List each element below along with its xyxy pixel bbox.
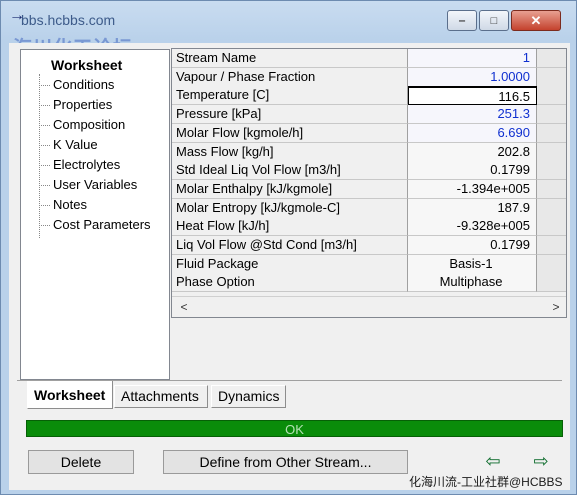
worksheet-tree: Worksheet Conditions Properties Compositio… (20, 49, 170, 380)
maximize-icon: □ (490, 14, 498, 27)
property-value-cell[interactable]: Basis-1 (408, 254, 537, 274)
tree-item-properties[interactable]: Properties (38, 96, 112, 114)
tree-item-composition[interactable]: Composition (38, 116, 125, 134)
property-name-cell: Liq Vol Flow @Std Cond [m3/h] (172, 236, 408, 255)
property-name-cell: Vapour / Phase Fraction (172, 67, 408, 87)
property-value-cell[interactable]: 202.8 (408, 142, 537, 162)
empty-column-cell (537, 217, 566, 237)
empty-column-cell (537, 179, 566, 199)
worksheet-panel: Worksheet Conditions Properties Compositio… (9, 43, 570, 490)
tree-item-conditions[interactable]: Conditions (38, 76, 114, 94)
property-name-cell: Heat Flow [kJ/h] (172, 217, 408, 237)
property-name-cell: Stream Name (172, 49, 408, 68)
table-row: Molar Flow [kgmole/h] 6.690 (172, 123, 566, 143)
table-row: Std Ideal Liq Vol Flow [m3/h] 0.1799 (172, 161, 566, 181)
minimize-icon: ‒ (458, 14, 466, 27)
tab-bar: Worksheet Attachments Dynamics (17, 380, 562, 410)
empty-column-cell (537, 142, 566, 162)
previous-stream-button[interactable]: ⇦ (484, 451, 502, 471)
property-value-cell[interactable]: 1 (408, 49, 537, 68)
scroll-left-icon[interactable]: < (176, 299, 192, 315)
table-row: Pressure [kPa] 251.3 (172, 105, 566, 125)
empty-column-cell (537, 67, 566, 87)
define-from-other-stream-button[interactable]: Define from Other Stream... (163, 450, 408, 474)
property-value-cell[interactable]: 116.5 (408, 86, 537, 106)
tree-item-electrolytes[interactable]: Electrolytes (38, 156, 120, 174)
window-title-watermark: bbs.hcbbs.com (21, 12, 116, 28)
tree-item-cost-parameters[interactable]: Cost Parameters (39, 216, 151, 234)
property-name-cell: Temperature [C] (172, 86, 408, 106)
worksheet-window: → bbs.hcbbs.com 海川化工论坛 ‒ □ ✕ Worksheet C… (0, 0, 577, 495)
horizontal-scrollbar[interactable]: < > (172, 296, 566, 317)
title-bar[interactable]: → bbs.hcbbs.com 海川化工论坛 ‒ □ ✕ (1, 1, 577, 59)
table-row: Temperature [C] 116.5 (172, 86, 566, 106)
next-stream-button[interactable]: ⇨ (532, 451, 550, 471)
tree-item-user-variables[interactable]: User Variables (38, 176, 137, 194)
maximize-button[interactable]: □ (479, 10, 509, 31)
scroll-right-icon[interactable]: > (548, 299, 564, 315)
tab-attachments[interactable]: Attachments (114, 385, 208, 408)
tab-worksheet[interactable]: Worksheet (27, 381, 113, 409)
table-row: Fluid Package Basis-1 (172, 254, 566, 274)
close-icon: ✕ (530, 12, 542, 28)
stream-properties-grid: Stream Name 1 Vapour / Phase Fraction 1.000… (171, 48, 567, 318)
property-name-cell: Molar Flow [kgmole/h] (172, 123, 408, 143)
property-name-cell: Std Ideal Liq Vol Flow [m3/h] (172, 161, 408, 181)
table-row: Molar Entropy [kJ/kgmole-C] 187.9 (172, 198, 566, 218)
property-name-cell: Mass Flow [kg/h] (172, 142, 408, 162)
table-row: Heat Flow [kJ/h] -9.328e+005 (172, 217, 566, 237)
property-name-cell: Molar Enthalpy [kJ/kgmole] (172, 179, 408, 199)
property-value-cell[interactable]: 0.1799 (408, 236, 537, 255)
table-row: Phase Option Multiphase (172, 273, 566, 293)
property-value-cell[interactable]: 251.3 (408, 105, 537, 125)
empty-column-cell (537, 161, 566, 181)
property-name-cell: Fluid Package (172, 254, 408, 274)
property-name-cell: Phase Option (172, 273, 408, 293)
delete-button[interactable]: Delete (28, 450, 134, 474)
tree-connector (39, 74, 40, 238)
close-button[interactable]: ✕ (511, 10, 561, 31)
left-arrow-icon: ⇦ (485, 451, 501, 471)
tree-item-notes[interactable]: Notes (39, 196, 87, 214)
empty-column-cell (537, 105, 566, 125)
property-name-cell: Pressure [kPa] (172, 105, 408, 125)
table-row: Vapour / Phase Fraction 1.0000 (172, 67, 566, 87)
property-value-cell[interactable]: 1.0000 (408, 67, 537, 87)
property-value-cell[interactable]: 187.9 (408, 198, 537, 218)
property-value-cell[interactable]: -1.394e+005 (408, 179, 537, 199)
table-row: Liq Vol Flow @Std Cond [m3/h] 0.1799 (172, 236, 566, 255)
table-row: Mass Flow [kg/h] 202.8 (172, 142, 566, 162)
property-name-cell: Molar Entropy [kJ/kgmole-C] (172, 198, 408, 218)
tab-dynamics[interactable]: Dynamics (211, 385, 286, 408)
minimize-button[interactable]: ‒ (447, 10, 477, 31)
empty-column-cell (537, 273, 566, 293)
tree-root-worksheet[interactable]: Worksheet (51, 57, 122, 73)
property-value-cell[interactable]: Multiphase (408, 273, 537, 293)
property-value-cell[interactable]: 0.1799 (408, 161, 537, 181)
empty-column-cell (537, 236, 566, 255)
right-arrow-icon: ⇨ (533, 451, 549, 471)
tree-item-k-value[interactable]: K Value (39, 136, 98, 154)
empty-column-cell (537, 123, 566, 143)
empty-column-cell (537, 254, 566, 274)
empty-column-cell (537, 86, 566, 106)
property-value-cell[interactable]: -9.328e+005 (408, 217, 537, 237)
table-row: Molar Enthalpy [kJ/kgmole] -1.394e+005 (172, 179, 566, 199)
footer-watermark: 化海川流-工业社群@HCBBS (409, 475, 563, 489)
empty-column-cell (537, 49, 566, 68)
empty-column-cell (537, 198, 566, 218)
table-row: Stream Name 1 (172, 49, 566, 68)
status-bar: OK (26, 420, 563, 437)
property-value-cell[interactable]: 6.690 (408, 123, 537, 143)
